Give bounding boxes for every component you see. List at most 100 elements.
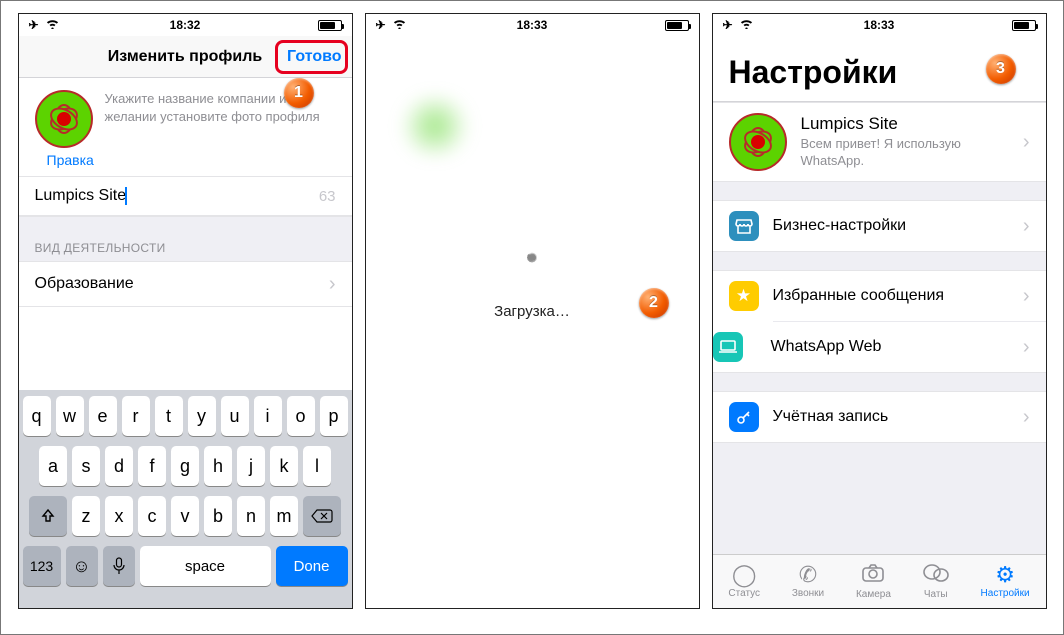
camera-icon <box>861 563 885 587</box>
row-label: Избранные сообщения <box>773 287 1009 305</box>
row-starred-messages[interactable]: ★ Избранные сообщения › <box>713 271 1046 321</box>
key-q[interactable]: q <box>23 396 51 436</box>
spinner-icon <box>515 253 549 287</box>
row-business-settings[interactable]: Бизнес-настройки › <box>713 201 1046 251</box>
nav-title: Изменить профиль <box>108 48 262 66</box>
tab-label: Настройки <box>981 588 1030 599</box>
key-s[interactable]: s <box>72 446 100 486</box>
tab-label: Звонки <box>792 588 824 599</box>
phone-screen-1: ✈ 18:32 Изменить профиль Готово 1 Укажит… <box>18 13 353 609</box>
storefront-icon <box>729 211 759 241</box>
key-w[interactable]: w <box>56 396 84 436</box>
status-bar: ✈ 18:32 <box>19 14 352 36</box>
key-a[interactable]: a <box>39 446 67 486</box>
key-mic[interactable] <box>103 546 135 586</box>
key-t[interactable]: t <box>155 396 183 436</box>
key-y[interactable]: y <box>188 396 216 436</box>
tab-bar: ◯ Статус ✆ Звонки Камера Ч <box>713 554 1046 608</box>
row-label: WhatsApp Web <box>771 338 1009 356</box>
battery-icon <box>665 20 689 31</box>
name-char-counter: 63 <box>319 188 336 205</box>
chevron-right-icon: › <box>329 274 336 294</box>
section-header-category: ВИД ДЕЯТЕЛЬНОСТИ <box>19 216 352 261</box>
key-z[interactable]: z <box>72 496 100 536</box>
name-input-value[interactable]: Lumpics Site <box>35 187 127 204</box>
key-m[interactable]: m <box>270 496 298 536</box>
tab-label: Камера <box>856 589 891 600</box>
row-label: Бизнес-настройки <box>773 217 1009 235</box>
key-c[interactable]: c <box>138 496 166 536</box>
gear-icon: ⚙ <box>995 564 1015 586</box>
key-emoji[interactable]: ☺ <box>66 546 98 586</box>
chats-icon <box>923 563 949 587</box>
tab-camera[interactable]: Камера <box>856 563 891 600</box>
chevron-right-icon: › <box>1023 216 1030 236</box>
avatar[interactable] <box>35 90 93 148</box>
battery-icon <box>1012 20 1036 31</box>
key-f[interactable]: f <box>138 446 166 486</box>
key-j[interactable]: j <box>237 446 265 486</box>
row-whatsapp-web[interactable]: WhatsApp Web › <box>773 321 1046 372</box>
key-x[interactable]: x <box>105 496 133 536</box>
key-o[interactable]: o <box>287 396 315 436</box>
key-123[interactable]: 123 <box>23 546 61 586</box>
key-done[interactable]: Done <box>276 546 348 586</box>
name-input-row[interactable]: Lumpics Site 63 <box>19 176 352 216</box>
key-g[interactable]: g <box>171 446 199 486</box>
key-k[interactable]: k <box>270 446 298 486</box>
text-cursor <box>125 187 127 205</box>
key-row-3: z x c v b n m <box>23 496 348 536</box>
key-row-4: 123 ☺ space Done <box>23 546 348 586</box>
star-icon: ★ <box>729 281 759 311</box>
key-e[interactable]: e <box>89 396 117 436</box>
profile-status: Всем привет! Я использую WhatsApp. <box>801 136 1009 170</box>
step-marker-2: 2 <box>639 288 669 318</box>
key-u[interactable]: u <box>221 396 249 436</box>
chevron-right-icon: › <box>1023 132 1030 152</box>
edit-avatar-link[interactable]: Правка <box>19 152 352 176</box>
keyboard: q w e r t y u i o p a s d f g h j k l <box>19 390 352 608</box>
phone-screen-3: ✈ 18:33 Настройки 3 Lumpics Site <box>712 13 1047 609</box>
key-d[interactable]: d <box>105 446 133 486</box>
chevron-right-icon: › <box>1023 407 1030 427</box>
tab-chats[interactable]: Чаты <box>923 563 949 600</box>
step-marker-1: 1 <box>284 78 314 108</box>
done-button[interactable]: Готово <box>287 36 341 77</box>
key-row-2: a s d f g h j k l <box>23 446 348 486</box>
key-v[interactable]: v <box>171 496 199 536</box>
key-b[interactable]: b <box>204 496 232 536</box>
status-bar: ✈ 18:33 <box>713 14 1046 36</box>
status-bar: ✈ 18:33 <box>366 14 699 36</box>
key-shift[interactable] <box>29 496 67 536</box>
profile-name: Lumpics Site <box>801 114 1009 134</box>
key-l[interactable]: l <box>303 446 331 486</box>
profile-row[interactable]: Lumpics Site Всем привет! Я использую Wh… <box>713 103 1046 181</box>
blurred-avatar <box>396 96 474 156</box>
row-label: Учётная запись <box>773 408 1009 426</box>
tab-label: Чаты <box>924 589 948 600</box>
key-n[interactable]: n <box>237 496 265 536</box>
battery-icon <box>318 20 342 31</box>
laptop-icon <box>713 332 743 362</box>
key-backspace[interactable] <box>303 496 341 536</box>
tab-settings[interactable]: ⚙ Настройки <box>981 564 1030 599</box>
status-time: 18:32 <box>19 18 352 32</box>
step-marker-3: 3 <box>986 54 1016 84</box>
key-space[interactable]: space <box>140 546 271 586</box>
phone-screen-2: ✈ 18:33 <box>365 13 700 609</box>
avatar <box>729 113 787 171</box>
tab-status[interactable]: ◯ Статус <box>728 564 760 599</box>
status-icon: ◯ <box>732 564 757 586</box>
key-h[interactable]: h <box>204 446 232 486</box>
tab-calls[interactable]: ✆ Звонки <box>792 564 824 599</box>
category-row[interactable]: Образование › <box>19 261 352 307</box>
row-account[interactable]: Учётная запись › <box>713 392 1046 442</box>
chevron-right-icon: › <box>1023 286 1030 306</box>
category-value: Образование <box>35 275 134 293</box>
key-icon <box>729 402 759 432</box>
key-i[interactable]: i <box>254 396 282 436</box>
tab-label: Статус <box>728 588 760 599</box>
key-r[interactable]: r <box>122 396 150 436</box>
status-time: 18:33 <box>713 18 1046 32</box>
key-p[interactable]: p <box>320 396 348 436</box>
